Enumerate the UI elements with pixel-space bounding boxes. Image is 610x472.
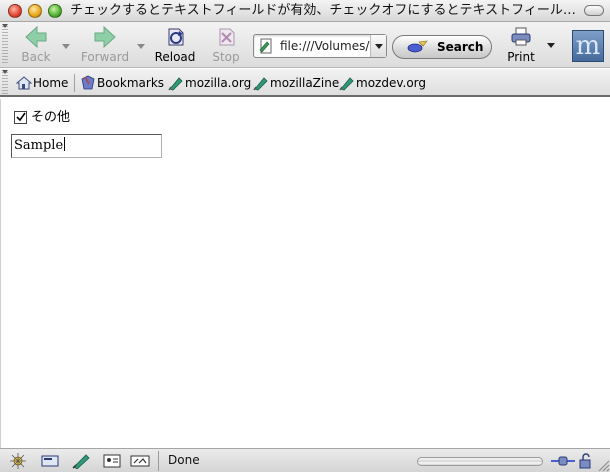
window-title: チェックするとテキストフィールドが有効、チェックオフにするとテキストフィール…: [70, 3, 576, 18]
navigator-icon[interactable]: [8, 453, 28, 469]
irc-chat-icon[interactable]: [130, 453, 150, 469]
back-label: Back: [21, 50, 51, 64]
bookmark-mozilla-org[interactable]: mozilla.org: [168, 74, 251, 92]
url-text[interactable]: file:///Volumes/: [280, 39, 370, 53]
forward-dropdown-icon[interactable]: [137, 44, 145, 49]
print-label: Print: [507, 50, 535, 64]
bookmark-label: mozdev.org: [356, 76, 426, 90]
bookmarks-menu-button[interactable]: Bookmarks: [80, 74, 165, 92]
address-book-icon[interactable]: [102, 453, 122, 469]
page-proxy-icon: [259, 38, 272, 54]
status-text: Done: [168, 453, 200, 467]
text-field-value[interactable]: Sample: [14, 138, 63, 153]
status-bar: Done: [0, 448, 610, 472]
back-arrow-icon: [25, 25, 47, 49]
mail-icon[interactable]: [40, 453, 60, 469]
online-status-icon[interactable]: [550, 453, 576, 469]
printer-icon: [511, 27, 531, 46]
stop-icon: [219, 28, 235, 46]
sample-text-field[interactable]: Sample: [11, 134, 162, 158]
checkmark-icon: [16, 112, 26, 122]
bookmark-label: mozillaZine: [270, 76, 340, 90]
bookmark-link-icon: [253, 77, 268, 91]
toolbar-toggle-button[interactable]: [584, 5, 604, 16]
bookmarks-grip[interactable]: [2, 72, 8, 94]
forward-label: Forward: [80, 50, 130, 64]
back-dropdown-icon[interactable]: [62, 44, 70, 49]
reload-label: Reload: [154, 50, 196, 64]
text-caret: [64, 137, 66, 151]
minimize-window-button[interactable]: [28, 4, 42, 18]
stop-label: Stop: [212, 50, 240, 64]
url-history-dropdown-icon[interactable]: [370, 35, 386, 57]
mozilla-logo-icon[interactable]: m: [572, 30, 604, 62]
forward-button[interactable]: Forward: [80, 25, 130, 65]
print-dropdown-icon[interactable]: [547, 43, 555, 48]
bookmark-mozillazine[interactable]: mozillaZine: [253, 74, 339, 92]
home-icon: [16, 76, 32, 90]
forward-arrow-icon: [94, 25, 116, 49]
close-window-button[interactable]: [8, 4, 22, 18]
reload-icon: [168, 28, 184, 46]
reload-button[interactable]: Reload: [154, 25, 196, 65]
progress-meter: [417, 457, 543, 466]
search-button[interactable]: Search: [392, 35, 492, 59]
bookmarks-separator: [74, 74, 75, 92]
other-checkbox[interactable]: [14, 111, 27, 124]
bookmark-link-icon: [339, 77, 354, 91]
home-button[interactable]: Home: [16, 74, 72, 92]
title-bar: チェックするとテキストフィールドが有効、チェックオフにするとテキストフィール…: [0, 0, 610, 22]
toolbar-grip[interactable]: [2, 26, 8, 64]
security-lock-icon[interactable]: [578, 453, 594, 469]
bookmark-link-icon: [168, 77, 183, 91]
stop-button[interactable]: Stop: [208, 25, 244, 65]
back-button[interactable]: Back: [16, 25, 56, 65]
print-button[interactable]: Print: [504, 25, 538, 65]
bookmarks-icon: [81, 75, 95, 90]
resize-grip-icon[interactable]: [596, 458, 610, 472]
search-label: Search: [437, 40, 484, 54]
page-content: その他 Sample: [0, 99, 610, 448]
bookmark-label: mozilla.org: [185, 76, 252, 90]
bookmarks-label: Bookmarks: [97, 76, 165, 90]
composer-icon[interactable]: [72, 453, 92, 469]
status-bar-divider: [158, 451, 159, 471]
navigation-toolbar: Back Forward Reload Stop file:///Volumes…: [0, 22, 610, 68]
bookmark-mozdev-org[interactable]: mozdev.org: [339, 74, 426, 92]
url-field[interactable]: file:///Volumes/: [253, 34, 387, 58]
zoom-window-button[interactable]: [48, 4, 62, 18]
search-icon: [407, 40, 428, 53]
bookmarks-toolbar: Home Bookmarks mozilla.org mozillaZine m…: [0, 69, 610, 97]
other-checkbox-label: その他: [31, 110, 71, 125]
bookmarks-collapse-arrow-icon[interactable]: [2, 70, 8, 74]
toolbar-collapse-arrow-icon[interactable]: [2, 24, 8, 28]
home-label: Home: [33, 76, 69, 90]
